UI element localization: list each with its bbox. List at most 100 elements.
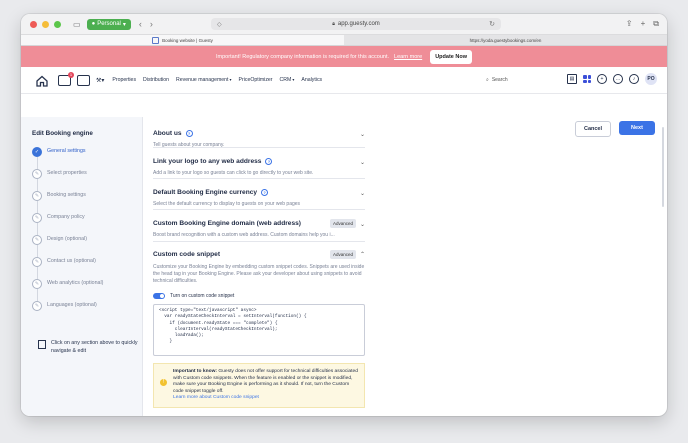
chevron-down-icon: ▾ xyxy=(229,77,232,82)
forward-arrow-icon[interactable]: › xyxy=(150,19,153,29)
step-label: Languages (optional) xyxy=(47,302,97,308)
url-text: app.guesty.com xyxy=(337,21,380,27)
section-description: Select the default currency to display t… xyxy=(153,201,301,207)
section-title: Default Booking Engine currency xyxy=(153,189,258,196)
address-bar[interactable]: ◇ 🔒︎ app.guesty.com ↻ xyxy=(211,18,501,30)
section-description: Customize your Booking Engine by embeddi… xyxy=(153,264,365,284)
cancel-button[interactable]: Cancel xyxy=(575,121,611,137)
refresh-icon[interactable]: ↻ xyxy=(489,20,495,28)
step-general-settings[interactable]: ✓ General settings xyxy=(32,147,103,169)
chevron-down-icon[interactable]: ⌄ xyxy=(360,159,365,166)
chevron-down-icon[interactable]: ⌄ xyxy=(360,131,365,138)
scrollbar[interactable] xyxy=(662,127,664,207)
apps-grid-icon[interactable] xyxy=(583,75,591,83)
search-placeholder: Search xyxy=(491,77,508,83)
banner-text: Important! Regulatory company informatio… xyxy=(216,53,390,60)
tab-bar: Booking website | Guesty https://yoda.gu… xyxy=(21,35,667,46)
navigation-hint: Click on any section above to quickly na… xyxy=(38,339,138,355)
browser-toolbar: ▭ ● Personal ▾ ‹ › ◇ 🔒︎ app.guesty.com ↻… xyxy=(21,14,667,35)
close-window-button[interactable] xyxy=(30,20,37,28)
learn-more-snippet-link[interactable]: Learn more about Custom code snippet xyxy=(173,395,259,400)
tab-overview-icon[interactable]: ⧉ xyxy=(653,19,659,29)
step-label: Select properties xyxy=(47,170,87,176)
minimize-window-button[interactable] xyxy=(42,20,49,28)
new-tab-icon[interactable]: + xyxy=(641,19,646,29)
calendar-icon[interactable] xyxy=(77,74,90,86)
chevron-down-icon: ▾ xyxy=(122,21,126,28)
toggle-label: Turn on custom code snippet xyxy=(170,293,235,299)
chevron-down-icon[interactable]: ⌄ xyxy=(360,221,365,228)
advanced-badge: Advanced xyxy=(329,250,356,259)
pencil-icon: ✎ xyxy=(32,257,42,267)
tasks-icon[interactable]: ⚒▾ xyxy=(96,77,104,84)
main-menu: Properties Distribution Revenue manageme… xyxy=(112,77,322,83)
window-controls xyxy=(30,20,61,28)
help-icon[interactable]: ? xyxy=(185,130,193,137)
section-default-currency[interactable]: Default Booking Engine currency? Select … xyxy=(153,179,365,210)
maximize-window-button[interactable] xyxy=(54,20,61,28)
banner-learn-more-link[interactable]: Learn more xyxy=(394,54,422,60)
section-logo-link[interactable]: Link your logo to any web address? Add a… xyxy=(153,148,365,179)
step-design[interactable]: ✎ Design (optional) xyxy=(32,235,103,257)
bell-icon[interactable]: ♪ xyxy=(629,74,639,84)
browser-window: ▭ ● Personal ▾ ‹ › ◇ 🔒︎ app.guesty.com ↻… xyxy=(21,14,667,416)
profile-switcher[interactable]: ● Personal ▾ xyxy=(86,18,131,30)
update-now-button[interactable]: Update Now xyxy=(430,49,472,64)
sidebar-toggle-icon[interactable]: ▭ xyxy=(73,20,81,29)
warning-title: Important to know: xyxy=(173,369,218,374)
steps-list: ✓ General settings ✎ Select properties ✎… xyxy=(32,147,103,323)
help-icon[interactable]: ? xyxy=(265,158,273,165)
section-description: Boost brand recognition with a custom we… xyxy=(153,232,335,238)
avatar[interactable]: PO xyxy=(645,73,657,85)
tab-booking-website[interactable]: Booking website | Guesty xyxy=(21,35,344,45)
step-label: Design (optional) xyxy=(47,236,88,242)
step-languages[interactable]: ✎ Languages (optional) xyxy=(32,301,103,323)
back-arrow-icon[interactable]: ‹ xyxy=(139,19,142,29)
search-icon: ⌕ xyxy=(486,77,489,83)
code-snippet-textarea[interactable]: <script type="text/javascript" async> va… xyxy=(153,304,365,356)
section-custom-domain[interactable]: Custom Booking Engine domain (web addres… xyxy=(153,210,365,242)
tab-favicon-icon xyxy=(152,36,160,44)
inbox-icon[interactable]: 1 xyxy=(58,71,74,86)
step-select-properties[interactable]: ✎ Select properties xyxy=(32,169,103,191)
pencil-icon: ✎ xyxy=(32,213,42,223)
chat-icon[interactable]: … xyxy=(613,74,623,84)
step-contact-us[interactable]: ✎ Contact us (optional) xyxy=(32,257,103,279)
menu-priceoptimizer[interactable]: PriceOptimizer xyxy=(239,77,273,83)
app-navbar: 1 ⚒▾ Properties Distribution Revenue man… xyxy=(21,67,667,94)
section-about-us[interactable]: About us? Tell guests about your company… xyxy=(153,117,365,148)
add-icon[interactable]: + xyxy=(597,74,607,84)
help-icon[interactable]: ? xyxy=(261,189,269,196)
profile-label: Personal xyxy=(97,21,121,27)
warning-icon: ! xyxy=(160,379,167,386)
code-line: } xyxy=(159,339,173,345)
check-icon: ✓ xyxy=(32,147,42,157)
menu-crm[interactable]: CRM▾ xyxy=(280,77,295,83)
chevron-up-icon[interactable]: ⌃ xyxy=(360,251,365,258)
section-title: Custom code snippet xyxy=(153,251,221,258)
menu-label: Revenue management xyxy=(176,77,229,83)
id-card-icon[interactable]: ▤ xyxy=(567,74,577,84)
section-description: Add a link to your logo so guests can cl… xyxy=(153,170,314,176)
pencil-icon: ✎ xyxy=(32,191,42,201)
search-input[interactable]: ⌕ Search xyxy=(486,75,576,85)
settings-sections: About us? Tell guests about your company… xyxy=(153,117,365,408)
menu-label: CRM xyxy=(279,77,292,83)
menu-revenue-management[interactable]: Revenue management▾ xyxy=(176,77,232,83)
next-button[interactable]: Next xyxy=(619,121,655,135)
menu-distribution[interactable]: Distribution xyxy=(143,77,169,83)
home-icon[interactable] xyxy=(36,74,48,87)
step-booking-settings[interactable]: ✎ Booking settings xyxy=(32,191,103,213)
menu-properties[interactable]: Properties xyxy=(112,77,136,83)
step-label: Contact us (optional) xyxy=(47,258,96,264)
share-icon[interactable]: ⇪ xyxy=(626,19,633,29)
lock-icon: 🔒︎ xyxy=(332,21,335,27)
chevron-down-icon[interactable]: ⌄ xyxy=(360,190,365,197)
step-company-policy[interactable]: ✎ Company policy xyxy=(32,213,103,235)
tab-yoda[interactable]: https://yoda.guestybookings.com/en xyxy=(344,35,667,45)
advanced-badge: Advanced xyxy=(329,219,356,228)
step-web-analytics[interactable]: ✎ Web analytics (optional) xyxy=(32,279,103,301)
menu-analytics[interactable]: Analytics xyxy=(301,77,322,83)
pencil-icon: ✎ xyxy=(32,169,42,179)
snippet-toggle[interactable] xyxy=(153,293,165,299)
